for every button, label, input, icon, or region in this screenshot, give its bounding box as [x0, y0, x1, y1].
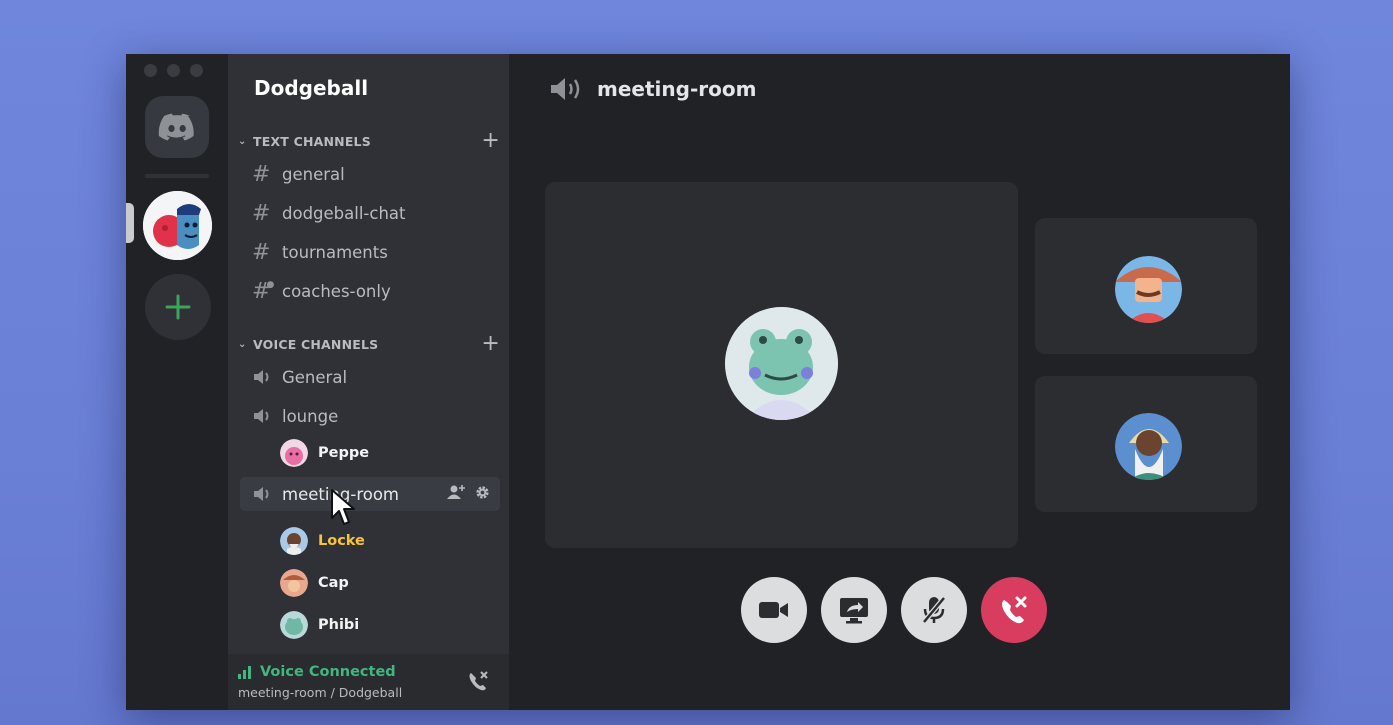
avatar	[725, 307, 838, 420]
avatar	[1115, 413, 1182, 480]
voice-status-panel: Voice Connected meeting-room / Dodgeball	[228, 654, 509, 710]
speaker-icon	[252, 368, 278, 386]
add-server-button[interactable]	[145, 274, 211, 340]
minimize-window-button[interactable]	[167, 64, 180, 77]
voice-channel-view: meeting-room	[509, 54, 1290, 710]
server-rail	[126, 54, 228, 710]
voice-member-locke[interactable]: Locke	[280, 525, 365, 557]
mute-button[interactable]	[901, 577, 967, 643]
member-name: Cap	[318, 575, 349, 591]
speaker-icon	[252, 407, 278, 425]
channel-label: dodgeball-chat	[282, 203, 406, 223]
video-tile-phibi[interactable]	[545, 182, 1018, 548]
dodgeball-mascot-icon	[143, 191, 212, 260]
plus-icon	[165, 294, 191, 320]
avatar	[280, 439, 308, 467]
add-text-channel-button[interactable]: +	[481, 130, 500, 152]
hash-icon: #	[252, 161, 271, 187]
close-window-button[interactable]	[144, 64, 157, 77]
voice-member-phibi[interactable]: Phibi	[280, 609, 359, 641]
voice-status-title: Voice Connected	[260, 664, 396, 680]
speaker-icon	[252, 485, 278, 503]
phone-hangup-icon	[1002, 596, 1027, 624]
chevron-down-icon: ⌄	[238, 338, 247, 350]
channel-sidebar: Dodgeball ⌄ TEXT CHANNELS + # general # …	[228, 54, 509, 710]
mouse-cursor-icon	[331, 489, 355, 525]
screen-share-icon	[840, 598, 868, 624]
settings-gear-icon[interactable]	[475, 485, 490, 504]
disconnect-button[interactable]	[981, 577, 1047, 643]
invite-user-icon[interactable]	[447, 484, 465, 504]
channel-dodgeball-chat[interactable]: # dodgeball-chat	[240, 196, 500, 230]
category-label: TEXT CHANNELS	[253, 133, 371, 149]
channel-coaches-only[interactable]: # ● coaches-only	[240, 274, 500, 308]
avatar	[1115, 256, 1182, 323]
video-tile-locke[interactable]	[1035, 376, 1257, 512]
channel-label: lounge	[282, 406, 339, 426]
channel-label: general	[282, 164, 345, 184]
voice-member-peppe[interactable]: Peppe	[280, 437, 369, 469]
call-controls	[741, 577, 1047, 643]
avatar	[280, 611, 308, 639]
category-voice-channels[interactable]: ⌄ VOICE CHANNELS +	[238, 333, 500, 355]
dodgeball-server-icon[interactable]	[143, 191, 212, 260]
member-name: Phibi	[318, 617, 360, 633]
avatar	[280, 569, 308, 597]
channel-label: tournaments	[282, 242, 388, 262]
voice-channel-lounge[interactable]: lounge	[240, 399, 500, 433]
chevron-down-icon: ⌄	[238, 135, 247, 147]
discord-window: Dodgeball ⌄ TEXT CHANNELS + # general # …	[126, 54, 1290, 710]
disconnect-call-button[interactable]	[467, 670, 489, 696]
channel-header: meeting-room	[549, 76, 756, 102]
channel-general[interactable]: # general	[240, 157, 500, 191]
channel-tournaments[interactable]: # tournaments	[240, 235, 500, 269]
add-voice-channel-button[interactable]: +	[481, 333, 500, 355]
screen-share-button[interactable]	[821, 577, 887, 643]
phone-hangup-icon	[469, 671, 488, 691]
member-name: Peppe	[318, 445, 370, 461]
voice-member-cap[interactable]: Cap	[280, 567, 349, 599]
window-controls	[144, 64, 203, 77]
member-name: Locke	[318, 533, 365, 549]
hash-lock-icon: # ●	[252, 278, 275, 304]
hash-icon: #	[252, 239, 271, 265]
page-title: meeting-room	[597, 77, 757, 101]
discord-logo-icon	[158, 113, 194, 141]
microphone-muted-icon	[922, 596, 946, 624]
voice-connected-status[interactable]: Voice Connected	[238, 664, 396, 680]
selected-server-indicator	[126, 203, 134, 243]
channel-label: General	[282, 367, 348, 387]
hash-icon: #	[252, 200, 271, 226]
video-tile-cap[interactable]	[1035, 218, 1257, 354]
maximize-window-button[interactable]	[190, 64, 203, 77]
channel-label: coaches-only	[282, 281, 391, 301]
avatar	[280, 527, 308, 555]
home-button[interactable]	[145, 96, 209, 158]
voice-channel-meeting-room[interactable]: meeting-room	[240, 477, 500, 511]
speaker-icon	[549, 76, 585, 102]
rail-separator	[145, 174, 209, 178]
voice-status-subtitle: meeting-room / Dodgeball	[238, 685, 403, 700]
server-name[interactable]: Dodgeball	[254, 76, 368, 100]
voice-channel-general[interactable]: General	[240, 360, 500, 394]
camera-button[interactable]	[741, 577, 807, 643]
category-label: VOICE CHANNELS	[253, 336, 379, 352]
category-text-channels[interactable]: ⌄ TEXT CHANNELS +	[238, 130, 500, 152]
video-camera-icon	[759, 602, 788, 618]
signal-bars-icon	[238, 666, 251, 679]
